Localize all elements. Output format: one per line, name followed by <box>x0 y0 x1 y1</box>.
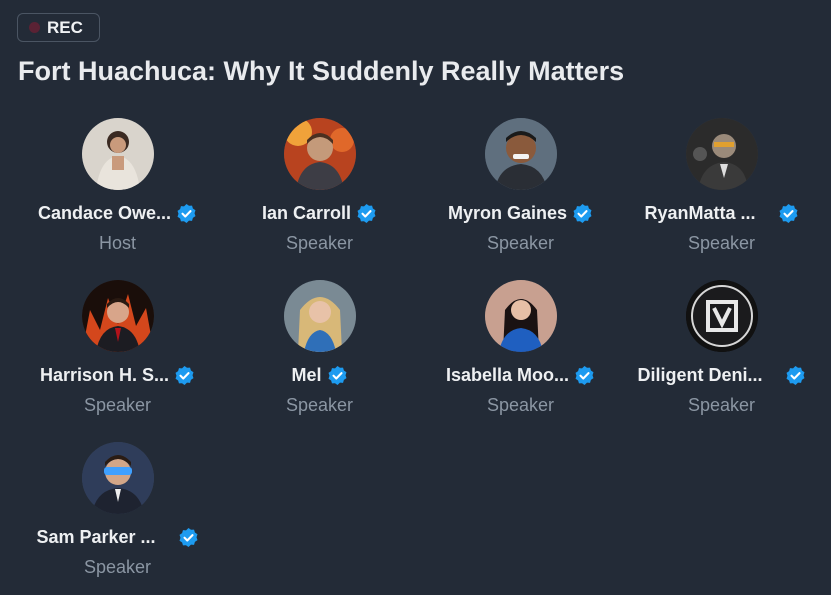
participant-name: Candace Owe... <box>37 202 172 223</box>
verified-badge-icon <box>179 527 198 547</box>
avatar <box>283 118 356 190</box>
participant-name: Diligent Deni... <box>637 364 763 385</box>
participant-card[interactable]: Mel Speaker <box>219 279 420 429</box>
participant-role: Speaker <box>687 395 756 415</box>
participant-name: RyanMatta ... <box>644 202 756 223</box>
avatar <box>283 280 356 352</box>
avatar <box>81 442 154 514</box>
participant-card[interactable]: Diligent Deni... Speaker <box>621 279 822 429</box>
participant-role: Speaker <box>83 557 152 577</box>
participant-card[interactable]: Sam Parker ... Speaker <box>17 441 218 591</box>
participant-role: Speaker <box>285 233 354 253</box>
participant-name: Harrison H. S... <box>39 364 170 385</box>
participant-name: Myron Gaines <box>447 202 568 223</box>
participant-role: Speaker <box>687 233 756 253</box>
verified-badge-icon <box>175 365 194 385</box>
participant-name: Isabella Moo... <box>445 364 570 385</box>
participant-card[interactable]: Isabella Moo... Speaker <box>420 279 621 429</box>
recording-label: REC <box>47 17 83 37</box>
participant-role: Speaker <box>285 395 354 415</box>
verified-badge-icon <box>328 365 346 385</box>
verified-badge-icon <box>779 203 797 223</box>
recording-dot-icon <box>29 22 40 33</box>
avatar <box>81 118 154 190</box>
participant-role: Host <box>98 233 136 253</box>
recording-badge[interactable]: REC <box>17 13 100 42</box>
participant-name: Sam Parker ... <box>36 526 156 547</box>
participant-role: Speaker <box>486 233 555 253</box>
avatar <box>484 118 557 190</box>
participant-role: Speaker <box>83 395 152 415</box>
participant-card[interactable]: Ian Carroll Speaker <box>219 117 420 267</box>
participant-name: Mel <box>291 364 322 385</box>
participant-card[interactable]: RyanMatta ... Speaker <box>621 117 822 267</box>
participant-card[interactable]: Myron Gaines Speaker <box>420 117 621 267</box>
avatar <box>484 280 557 352</box>
verified-badge-icon <box>573 203 592 223</box>
verified-badge-icon <box>575 365 594 385</box>
verified-badge-icon <box>357 203 376 223</box>
participant-name: Ian Carroll <box>261 202 352 223</box>
participant-card[interactable]: Harrison H. S... Speaker <box>17 279 218 429</box>
participant-role: Speaker <box>486 395 555 415</box>
participant-card[interactable]: Candace Owe... Host <box>17 117 218 267</box>
avatar <box>685 280 758 352</box>
avatar <box>685 118 758 190</box>
space-title: Fort Huachuca: Why It Suddenly Really Ma… <box>18 56 625 86</box>
avatar <box>81 280 154 352</box>
verified-badge-icon <box>786 365 804 385</box>
verified-badge-icon <box>177 203 196 223</box>
